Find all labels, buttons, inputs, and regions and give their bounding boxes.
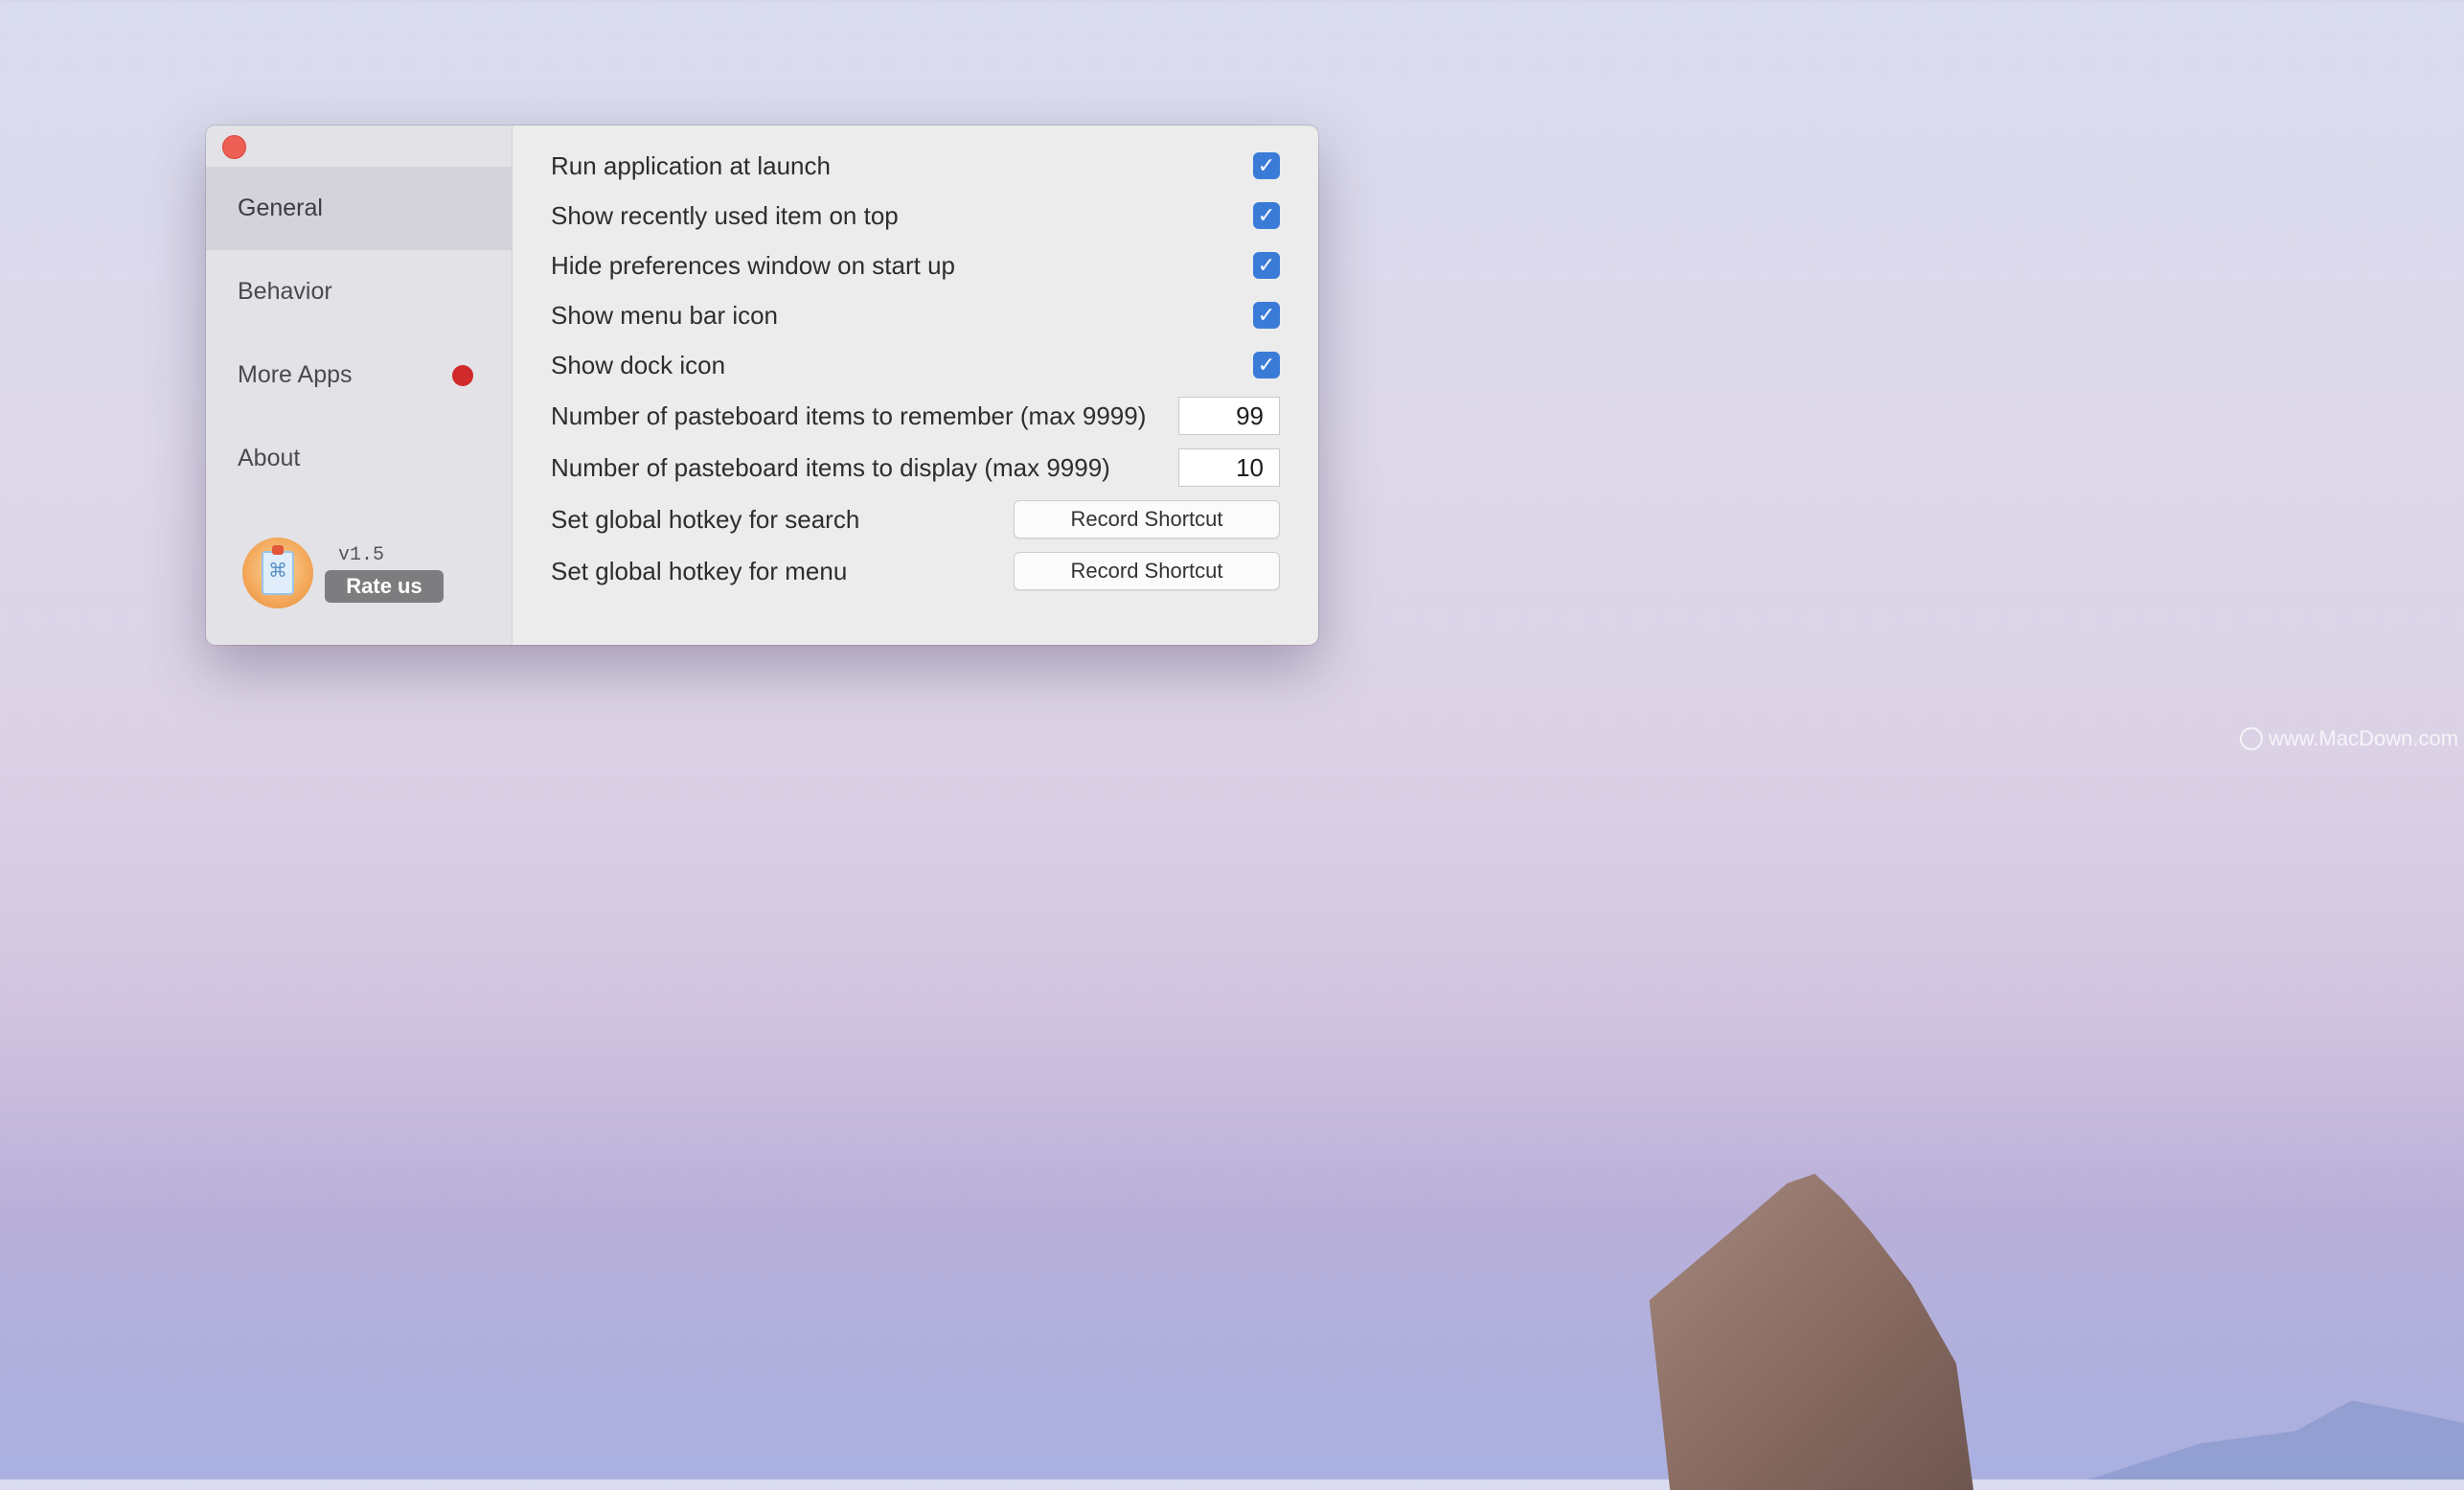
setting-hotkey-search: Set global hotkey for search Record Shor… xyxy=(513,493,1318,545)
items-remember-input[interactable] xyxy=(1178,397,1280,435)
dock-icon-checkbox[interactable]: ✓ xyxy=(1253,352,1280,378)
items-display-input[interactable] xyxy=(1178,448,1280,487)
general-settings-panel: Run application at launch ✓ Show recentl… xyxy=(513,126,1318,645)
setting-dock-icon: Show dock icon ✓ xyxy=(513,340,1318,390)
hide-preferences-checkbox[interactable]: ✓ xyxy=(1253,252,1280,279)
app-logo-icon: ⌘ xyxy=(242,538,313,608)
setting-label: Run application at launch xyxy=(551,150,831,180)
watermark-text: www.MacDown.com xyxy=(2269,726,2459,750)
setting-label: Set global hotkey for menu xyxy=(551,556,848,585)
sidebar-item-label: More Apps xyxy=(238,361,353,388)
sidebar-item-label: General xyxy=(238,195,323,221)
rate-us-button[interactable]: Rate us xyxy=(325,569,444,603)
sidebar-item-behavior[interactable]: Behavior xyxy=(206,250,512,333)
setting-label: Show recently used item on top xyxy=(551,200,899,230)
version-label: v1.5 xyxy=(338,543,385,566)
setting-items-display: Number of pasteboard items to display (m… xyxy=(513,442,1318,493)
watermark: www.MacDown.com xyxy=(2240,726,2458,751)
setting-label: Number of pasteboard items to remember (… xyxy=(551,401,1147,430)
desert-rock-formation xyxy=(1649,1174,1973,1490)
run-at-launch-checkbox[interactable]: ✓ xyxy=(1253,152,1280,179)
setting-label: Set global hotkey for search xyxy=(551,504,860,534)
setting-recent-on-top: Show recently used item on top ✓ xyxy=(513,191,1318,241)
sidebar: General Behavior More Apps About ⌘ v1.5 … xyxy=(206,126,513,645)
setting-label: Number of pasteboard items to display (m… xyxy=(551,452,1110,482)
recent-on-top-checkbox[interactable]: ✓ xyxy=(1253,202,1280,229)
command-glyph-icon: ⌘ xyxy=(268,561,287,582)
sidebar-item-general[interactable]: General xyxy=(206,167,512,250)
setting-label: Hide preferences window on start up xyxy=(551,250,956,280)
notification-dot-icon xyxy=(452,364,473,386)
close-window-button[interactable] xyxy=(222,135,246,159)
distant-mountain xyxy=(2088,1400,2464,1479)
watermark-icon xyxy=(2240,727,2263,750)
setting-items-remember: Number of pasteboard items to remember (… xyxy=(513,390,1318,442)
preferences-window: General Behavior More Apps About ⌘ v1.5 … xyxy=(206,126,1318,645)
setting-hotkey-menu: Set global hotkey for menu Record Shortc… xyxy=(513,545,1318,597)
sidebar-nav: General Behavior More Apps About xyxy=(206,167,512,500)
version-box: v1.5 Rate us xyxy=(325,544,444,603)
sidebar-item-label: Behavior xyxy=(238,278,332,305)
sidebar-item-more-apps[interactable]: More Apps xyxy=(206,333,512,417)
record-menu-shortcut-button[interactable]: Record Shortcut xyxy=(1014,552,1280,590)
menu-bar-icon-checkbox[interactable]: ✓ xyxy=(1253,302,1280,329)
setting-hide-preferences: Hide preferences window on start up ✓ xyxy=(513,241,1318,290)
setting-label: Show dock icon xyxy=(551,350,726,379)
sidebar-item-about[interactable]: About xyxy=(206,417,512,500)
record-search-shortcut-button[interactable]: Record Shortcut xyxy=(1014,500,1280,539)
setting-run-at-launch: Run application at launch ✓ xyxy=(513,141,1318,191)
setting-menu-bar-icon: Show menu bar icon ✓ xyxy=(513,290,1318,340)
sidebar-item-label: About xyxy=(238,445,301,471)
setting-label: Show menu bar icon xyxy=(551,300,779,330)
app-info: ⌘ v1.5 Rate us xyxy=(242,538,444,608)
